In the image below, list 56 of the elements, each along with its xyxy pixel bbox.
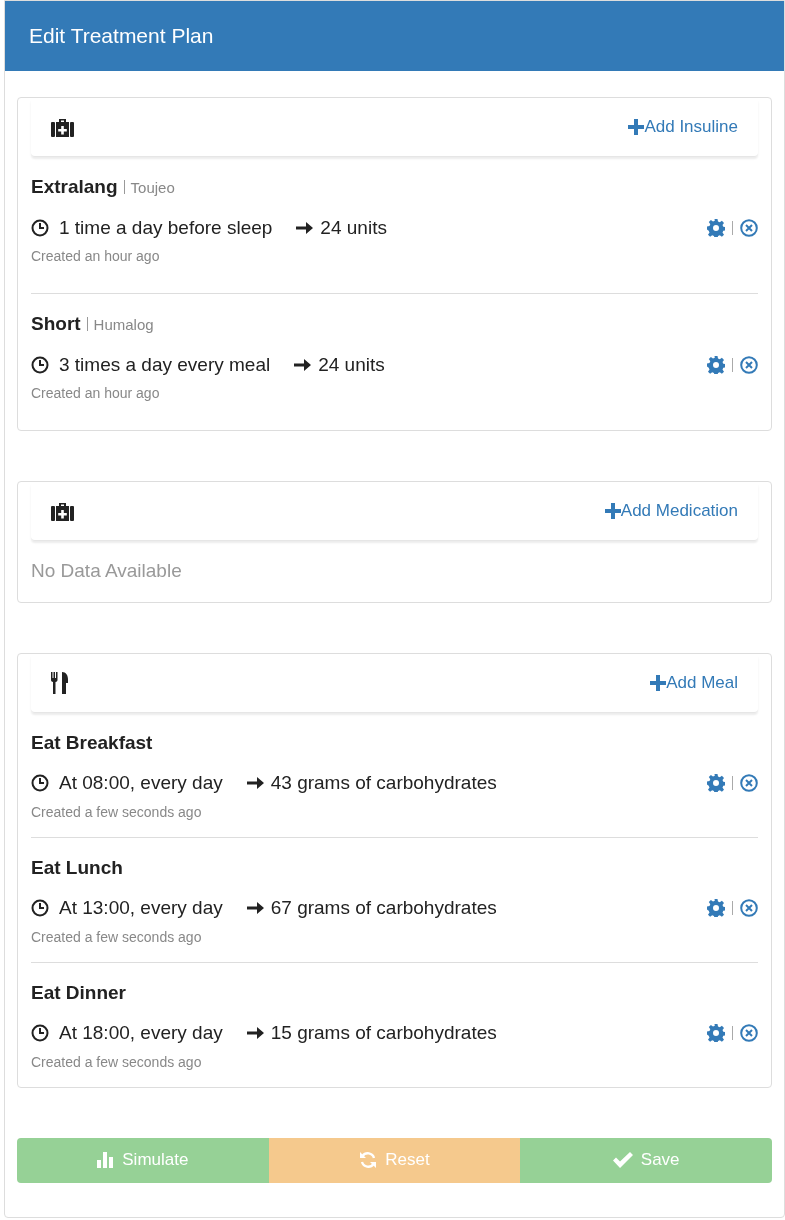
arrow-right-icon: [246, 777, 264, 790]
arrow-right-icon: [294, 358, 312, 371]
created-time: Created a few seconds ago: [31, 802, 203, 822]
arrow-right-icon: [246, 1027, 264, 1040]
schedule-text: At 08:00, every day: [59, 771, 223, 795]
settings-icon[interactable]: [707, 899, 725, 918]
settings-icon[interactable]: [707, 774, 725, 793]
amount-text: 24 units: [320, 215, 387, 240]
amount-text: 43 grams of carbohydrates: [270, 771, 497, 795]
clock-icon: [31, 1024, 49, 1043]
settings-icon[interactable]: [707, 218, 725, 237]
clock-icon: [31, 899, 49, 918]
refresh-icon: [359, 1151, 378, 1169]
schedule-text: At 18:00, every day: [59, 1021, 223, 1045]
remove-circle-icon[interactable]: [740, 774, 758, 793]
created-time: Created an hour ago: [31, 384, 161, 403]
window-title: Edit Treatment Plan: [29, 23, 214, 50]
created-time: Created a few seconds ago: [31, 1052, 203, 1072]
schedule-text: 3 times a day every meal: [59, 352, 271, 377]
checkmark-icon: [612, 1152, 633, 1168]
add-link[interactable]: Add Medication: [604, 498, 738, 524]
empty-message: No Data Available: [31, 559, 183, 583]
item-title: Eat Breakfast: [31, 730, 153, 755]
created-time: Created an hour ago: [31, 247, 161, 266]
amount-text: 67 grams of carbohydrates: [270, 896, 497, 920]
amount-text: 24 units: [318, 352, 385, 377]
created-time: Created a few seconds ago: [31, 927, 203, 947]
remove-circle-icon[interactable]: [740, 899, 758, 918]
add-link[interactable]: Add Meal: [650, 669, 738, 696]
clock-icon: [31, 218, 49, 237]
item-title: Eat Lunch: [31, 855, 123, 880]
schedule-text: At 13:00, every day: [59, 896, 223, 920]
clock-icon: [31, 355, 49, 374]
plus-icon: [650, 674, 667, 691]
settings-icon[interactable]: [707, 355, 725, 374]
medkit-icon: [51, 117, 74, 137]
arrow-right-icon: [246, 902, 264, 915]
settings-icon[interactable]: [707, 1024, 725, 1043]
schedule-text: 1 time a day before sleep: [59, 215, 273, 240]
plus-icon: [604, 503, 621, 519]
add-link[interactable]: Add Insuline: [628, 114, 738, 140]
item-brand: Toujeo: [130, 178, 175, 198]
arrow-right-icon: [296, 221, 314, 234]
item-title: Eat Dinner: [31, 980, 127, 1005]
item-title: Extralang: [31, 175, 118, 199]
item-brand: Humalog: [93, 315, 154, 335]
remove-circle-icon[interactable]: [740, 218, 758, 237]
fork-knife-icon: [51, 671, 71, 694]
bar-chart-icon: [97, 1152, 115, 1168]
remove-circle-icon[interactable]: [740, 1024, 758, 1043]
remove-circle-icon[interactable]: [740, 355, 758, 374]
amount-text: 15 grams of carbohydrates: [270, 1021, 497, 1045]
plus-icon: [628, 119, 645, 135]
medkit-icon: [51, 501, 74, 521]
item-title: Short: [31, 312, 81, 336]
clock-icon: [31, 774, 49, 793]
